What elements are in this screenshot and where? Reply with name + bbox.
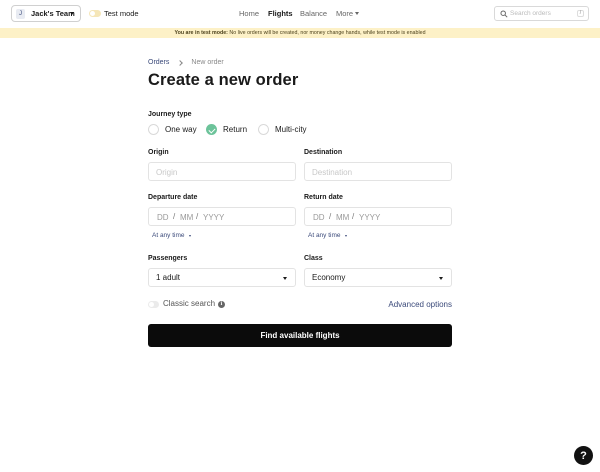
return-year[interactable]: YYYY <box>359 213 380 222</box>
departure-time-dropdown[interactable]: At any time <box>152 232 191 239</box>
help-button[interactable]: ? <box>574 446 593 465</box>
destination-input[interactable] <box>312 166 432 178</box>
breadcrumb-current: New order <box>191 59 224 66</box>
origin-label: Origin <box>148 149 169 156</box>
passengers-value: 1 adult <box>156 273 181 282</box>
origin-input[interactable] <box>156 166 276 178</box>
departure-year[interactable]: YYYY <box>203 213 224 222</box>
class-select[interactable]: Economy <box>304 268 452 287</box>
search-box: / <box>494 6 589 21</box>
radio-return[interactable] <box>206 124 217 135</box>
top-bar: J Jack's Team Test mode Home Flights Bal… <box>0 0 600 28</box>
destination-field <box>304 162 452 181</box>
origin-field <box>148 162 296 181</box>
breadcrumb-orders-link[interactable]: Orders <box>148 59 169 66</box>
return-time-label: At any time <box>308 232 341 239</box>
date-separator: / <box>173 212 176 221</box>
nav-home[interactable]: Home <box>239 9 259 18</box>
date-separator: / <box>352 212 355 221</box>
passengers-select[interactable]: 1 adult <box>148 268 296 287</box>
radio-one-way-label[interactable]: One way <box>165 125 197 134</box>
passengers-label: Passengers <box>148 255 188 262</box>
test-mode-toggle[interactable] <box>89 10 101 17</box>
radio-multi-city[interactable] <box>258 124 269 135</box>
destination-label: Destination <box>304 149 343 156</box>
test-mode-banner: You are in test mode: No live orders wil… <box>0 28 600 38</box>
team-name: Jack's Team <box>31 9 75 18</box>
classic-search-toggle[interactable] <box>148 301 159 308</box>
question-mark-icon: ? <box>580 449 587 462</box>
chevron-right-icon <box>177 59 184 66</box>
return-time-dropdown[interactable]: At any time <box>308 232 347 239</box>
nav-balance[interactable]: Balance <box>300 9 327 18</box>
info-icon[interactable]: i <box>218 301 225 308</box>
journey-type-label: Journey type <box>148 111 192 118</box>
team-switcher[interactable]: J Jack's Team <box>11 5 81 22</box>
team-avatar: J <box>16 8 25 19</box>
test-mode-label: Test mode <box>104 9 139 18</box>
radio-multi-city-label[interactable]: Multi-city <box>275 125 307 134</box>
page-title: Create a new order <box>148 71 299 89</box>
return-date-field[interactable]: DD / MM / YYYY <box>304 207 452 226</box>
advanced-options-link[interactable]: Advanced options <box>388 300 452 309</box>
departure-date-field[interactable]: DD / MM / YYYY <box>148 207 296 226</box>
search-icon <box>500 10 508 18</box>
chevron-down-icon <box>439 277 443 280</box>
departure-time-label: At any time <box>152 232 185 239</box>
banner-text: No live orders will be created, nor mone… <box>229 30 426 36</box>
chevron-down-icon <box>355 12 359 15</box>
find-flights-button[interactable]: Find available flights <box>148 324 452 347</box>
date-separator: / <box>196 212 199 221</box>
date-separator: / <box>329 212 332 221</box>
departure-month[interactable]: MM <box>180 213 193 222</box>
chevron-down-icon <box>283 277 287 280</box>
journey-type-radio-group: One way Return Multi-city <box>148 124 348 136</box>
radio-return-label[interactable]: Return <box>223 125 247 134</box>
search-shortcut-key: / <box>577 10 584 17</box>
find-flights-label: Find available flights <box>260 331 340 340</box>
nav-more[interactable]: More <box>336 9 353 18</box>
return-month[interactable]: MM <box>336 213 349 222</box>
chevron-down-icon <box>70 12 74 15</box>
radio-one-way[interactable] <box>148 124 159 135</box>
return-day[interactable]: DD <box>313 213 325 222</box>
chevron-down-icon <box>344 234 347 237</box>
class-value: Economy <box>312 273 346 282</box>
banner-prefix: You are in test mode: <box>174 30 228 36</box>
class-label: Class <box>304 255 323 262</box>
departure-day[interactable]: DD <box>157 213 169 222</box>
chevron-down-icon <box>188 234 191 237</box>
breadcrumb: Orders New order <box>148 59 224 66</box>
departure-date-label: Departure date <box>148 194 198 201</box>
classic-search-label: Classic search <box>163 299 216 308</box>
nav-flights[interactable]: Flights <box>268 9 293 18</box>
search-input[interactable] <box>510 8 570 19</box>
return-date-label: Return date <box>304 194 343 201</box>
